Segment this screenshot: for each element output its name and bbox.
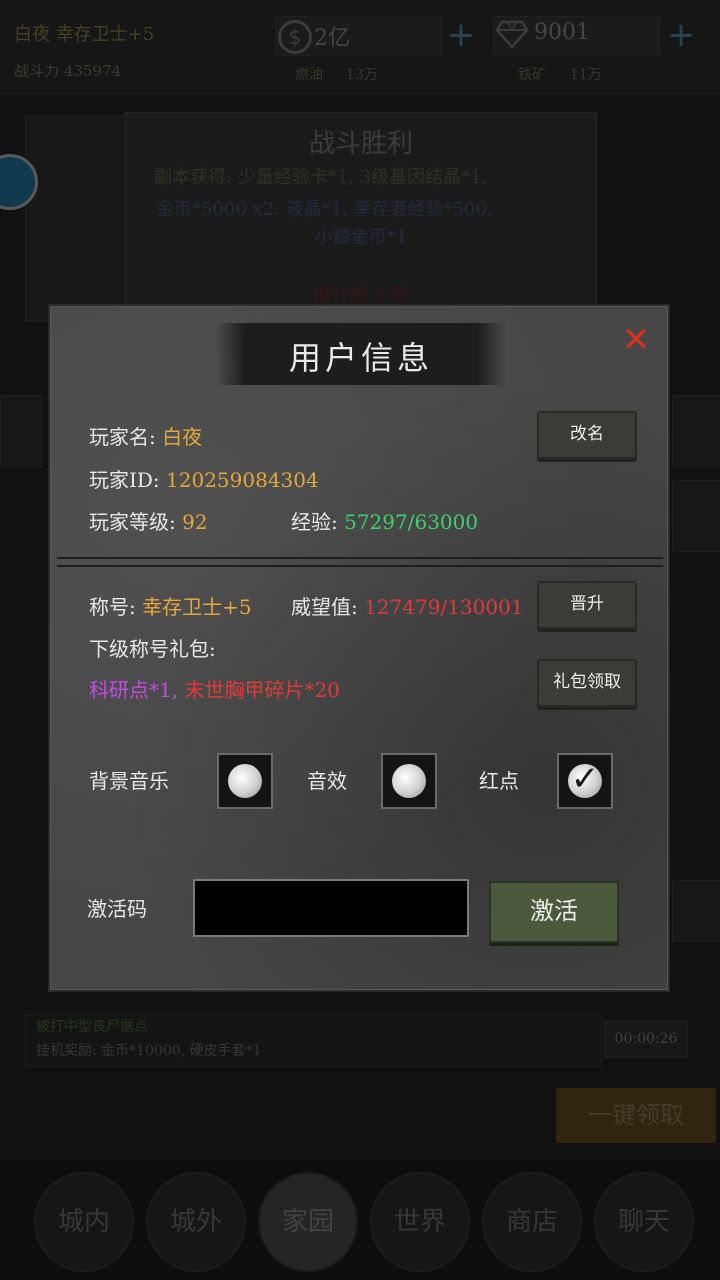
prestige-value: 127479/130001	[364, 595, 524, 619]
gift-item-armor: 末世胸甲碎片*20	[184, 678, 340, 702]
exp-label: 经验:	[291, 510, 345, 534]
gift-item-research: 科研点*1,	[89, 678, 185, 702]
exp-value: 57297/63000	[344, 510, 479, 534]
reddot-toggle[interactable]: ✓	[557, 753, 613, 809]
exp-row: 经验: 57297/63000	[291, 506, 478, 535]
rename-button[interactable]: 改名	[537, 411, 637, 459]
activation-code-input[interactable]	[193, 879, 469, 937]
prestige-row: 威望值: 127479/130001	[291, 591, 524, 620]
player-name-value: 白夜	[162, 425, 203, 449]
activation-label: 激活码	[87, 897, 147, 921]
sfx-toggle[interactable]	[381, 753, 437, 809]
user-info-modal: 用户信息 ✕ 玩家名: 白夜 改名 玩家ID: 120259084304 玩家等…	[50, 306, 668, 990]
rank-label: 称号:	[89, 595, 143, 619]
player-name-row: 玩家名: 白夜	[89, 421, 202, 450]
player-level-row: 玩家等级: 92	[89, 506, 208, 535]
prestige-label: 威望值:	[291, 595, 365, 619]
activate-button[interactable]: 激活	[489, 881, 619, 943]
music-toggle[interactable]	[217, 753, 273, 809]
reddot-label: 红点	[479, 769, 519, 793]
title-plate: 用户信息	[216, 323, 506, 385]
checkmark-icon: ✓	[570, 759, 600, 799]
close-icon[interactable]: ✕	[619, 323, 653, 357]
sfx-label: 音效	[307, 769, 347, 793]
rank-row: 称号: 幸存卫士+5	[89, 591, 252, 620]
toggle-off-knob-icon	[392, 764, 426, 798]
player-id-row: 玩家ID: 120259084304	[89, 464, 319, 493]
player-level-label: 玩家等级:	[89, 510, 183, 534]
player-id-label: 玩家ID:	[89, 468, 167, 492]
player-id-value: 120259084304	[166, 468, 319, 492]
player-name-label: 玩家名:	[89, 425, 163, 449]
music-label: 背景音乐	[89, 769, 169, 793]
next-gift-label: 下级称号礼包:	[89, 637, 216, 661]
promote-button[interactable]: 晋升	[537, 581, 637, 629]
toggle-off-knob-icon	[228, 764, 262, 798]
claim-gift-button[interactable]: 礼包领取	[537, 659, 637, 707]
modal-title: 用户信息	[288, 339, 433, 377]
rank-value: 幸存卫士+5	[142, 595, 252, 619]
player-level-value: 92	[182, 510, 208, 534]
gift-contents: 科研点*1, 末世胸甲碎片*20	[89, 674, 340, 703]
section-divider	[57, 557, 663, 567]
